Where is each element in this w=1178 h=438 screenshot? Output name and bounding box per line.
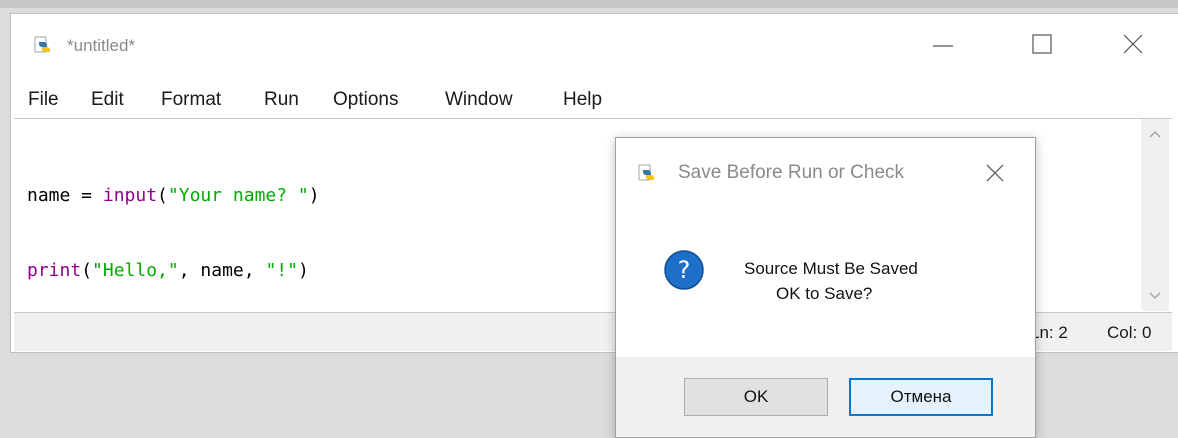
code-token: ): [297, 260, 309, 281]
menu-edit[interactable]: Edit: [91, 86, 124, 114]
question-icon: ?: [663, 249, 705, 291]
code-token: name =: [27, 185, 103, 206]
dialog-button-bar: OK Отмена: [616, 357, 1035, 437]
background-strip: [0, 0, 1178, 8]
menu-help[interactable]: Help: [563, 86, 602, 114]
code-token: input: [102, 185, 158, 206]
code-token: (: [157, 185, 168, 206]
minimize-icon[interactable]: [923, 28, 963, 60]
svg-text:?: ?: [678, 256, 691, 284]
code-token: "!": [265, 260, 298, 281]
menu-run[interactable]: Run: [264, 86, 299, 114]
code-token: "Your name? ": [167, 185, 309, 206]
scroll-down-icon[interactable]: [1148, 289, 1162, 303]
menu-format[interactable]: Format: [161, 86, 221, 114]
dialog-title: Save Before Run or Check: [678, 162, 905, 183]
menu-options[interactable]: Options: [333, 86, 398, 114]
scroll-up-icon[interactable]: [1148, 127, 1162, 141]
dialog-message-line-1: Source Must Be Saved: [744, 259, 918, 278]
python-icon: [32, 34, 54, 56]
window-title: *untitled*: [67, 36, 136, 55]
title-bar[interactable]: *untitled*: [11, 14, 1178, 74]
save-before-run-dialog: Save Before Run or Check ? Source Must B…: [615, 137, 1036, 438]
code-token: , name,: [178, 260, 266, 281]
code-token: (: [81, 260, 93, 281]
close-icon[interactable]: [1113, 28, 1153, 60]
maximize-icon[interactable]: [1021, 28, 1061, 60]
menu-file[interactable]: File: [28, 86, 59, 114]
code-line-1: name = input("Your name? "): [27, 183, 320, 208]
code-text: name = input("Your name? ") print("Hello…: [27, 133, 320, 333]
code-token: "Hello,": [92, 260, 179, 281]
code-token: print: [27, 260, 82, 281]
python-icon: [636, 162, 658, 184]
status-column: Col: 0: [1107, 323, 1152, 342]
ok-button[interactable]: OK: [684, 378, 828, 416]
menu-bar: File Edit Format Run Options Window Help: [11, 86, 1178, 114]
cancel-button[interactable]: Отмена: [849, 378, 993, 416]
vertical-scrollbar[interactable]: [1141, 119, 1169, 311]
close-icon[interactable]: [980, 158, 1010, 188]
code-line-2: print("Hello,", name, "!"): [27, 258, 320, 283]
dialog-message-line-2: OK to Save?: [776, 284, 873, 303]
code-token: ): [308, 185, 320, 206]
menu-window[interactable]: Window: [445, 86, 513, 114]
